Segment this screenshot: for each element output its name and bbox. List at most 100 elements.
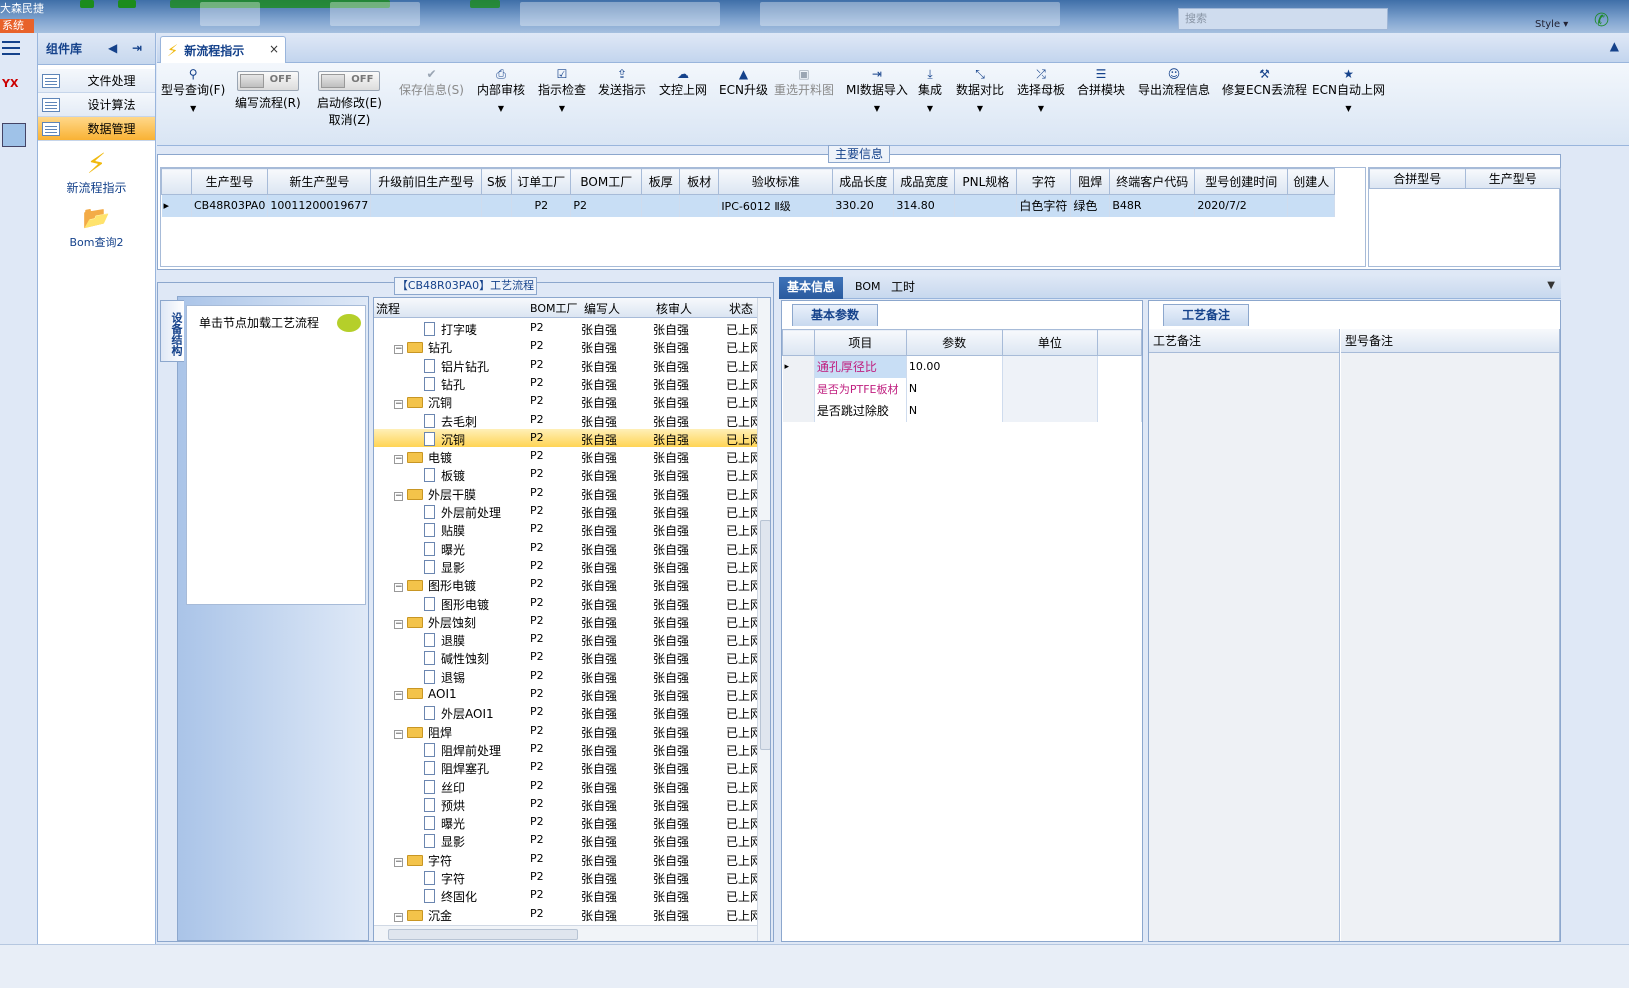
table-cell[interactable]: P2 (570, 194, 643, 217)
dropdown-arrow-icon[interactable]: ▼ (538, 104, 586, 113)
comp-item-data-management[interactable]: 数据管理 (38, 117, 155, 141)
write-flow-toggle[interactable]: OFF 编写流程(R) (235, 71, 301, 111)
param-value[interactable]: N (906, 377, 1003, 400)
calculator-icon[interactable] (2, 123, 26, 147)
column-header[interactable]: 状态 (729, 300, 753, 317)
table-row[interactable]: ▸ 通孔厚径比 10.00 (782, 355, 1142, 378)
column-header[interactable]: 流程 (376, 300, 400, 317)
dropdown-arrow-icon[interactable]: ▼ (956, 104, 1004, 113)
toggle-switch[interactable]: OFF (236, 71, 299, 91)
tree-row[interactable]: 终固化 P2 张自强 张自强 已上网 (374, 886, 762, 904)
table-row[interactable]: 是否跳过除胶 N (782, 399, 1142, 422)
collapse-icon[interactable]: − (394, 857, 403, 867)
sub-item-bom-query[interactable]: 📂 Bom查询2 (38, 204, 155, 250)
tree-row[interactable]: 退锡 P2 张自强 张自强 已上网 (374, 667, 762, 685)
collapse-left-icon[interactable]: ◀ (108, 41, 117, 55)
table-cell[interactable]: 10011200019677 (267, 194, 372, 217)
collapse-icon[interactable]: − (394, 729, 403, 739)
tree-row[interactable]: 显影 P2 张自强 张自强 已上网 (374, 831, 762, 849)
collapse-icon[interactable]: − (394, 691, 403, 700)
column-header[interactable]: 创建人 (1287, 168, 1336, 195)
pin-icon[interactable]: ⇥ (132, 41, 142, 55)
vertical-scrollbar[interactable] (757, 298, 770, 941)
collapse-icon[interactable]: − (394, 491, 403, 501)
column-header[interactable]: 单位 (1001, 329, 1099, 356)
column-header[interactable]: 编写人 (584, 300, 620, 317)
doc-control-online-button[interactable]: ☁ 文控上网 (659, 67, 707, 98)
tree-row[interactable]: 字符 P2 张自强 张自强 已上网 (374, 868, 762, 886)
tree-row[interactable]: 阻焊塞孔 P2 张自强 张自强 已上网 (374, 758, 762, 776)
table-cell[interactable]: 2020/7/2 (1194, 194, 1289, 217)
tree-row[interactable]: 外层AOI1 P2 张自强 张自强 已上网 (374, 703, 762, 721)
toggle-switch[interactable]: OFF (318, 71, 381, 91)
table-cell[interactable] (1287, 194, 1336, 217)
export-flow-info-button[interactable]: ☺ 导出流程信息 (1138, 67, 1210, 98)
param-value[interactable]: 10.00 (906, 355, 1003, 378)
column-header[interactable]: 板厚 (641, 168, 681, 195)
tree-row[interactable]: 外层前处理 P2 张自强 张自强 已上网 (374, 502, 762, 520)
column-header[interactable]: 验收标准 (718, 168, 834, 195)
sub-item-new-flow[interactable]: ⚡ 新流程指示 (38, 149, 155, 196)
tab-work-hours[interactable]: 工时 (883, 277, 923, 299)
vertical-tab-structure[interactable]: 设备结构 (160, 300, 184, 362)
collapse-icon[interactable]: − (394, 400, 403, 410)
dropdown-arrow-icon[interactable]: ▼ (918, 104, 942, 113)
collapse-icon[interactable]: − (394, 583, 403, 593)
tree-row[interactable]: − 阻焊 P2 张自强 张自强 已上网 (374, 722, 762, 740)
tree-row[interactable]: 曝光 P2 张自强 张自强 已上网 (374, 813, 762, 831)
table-cell[interactable]: CB48R03PA0 (191, 194, 269, 217)
tree-row[interactable]: − 电镀 P2 张自强 张自强 已上网 (374, 447, 762, 465)
column-header[interactable]: BOM工厂 (530, 300, 578, 316)
table-cell[interactable] (954, 194, 1018, 217)
table-cell[interactable]: 白色字符 (1016, 194, 1072, 217)
collapse-icon[interactable]: − (394, 912, 403, 922)
tree-row[interactable]: 曝光 P2 张自强 张自强 已上网 (374, 539, 762, 557)
column-header[interactable]: 生产型号 (1464, 168, 1561, 189)
horizontal-scrollbar[interactable] (374, 925, 757, 941)
tree-row[interactable]: 沉铜 P2 张自强 张自强 已上网 (374, 428, 762, 447)
hamburger-menu-icon[interactable] (2, 41, 20, 55)
system-label[interactable]: 系统 (0, 19, 34, 33)
tree-row[interactable]: 板镀 P2 张自强 张自强 已上网 (374, 465, 762, 483)
mi-data-import-button[interactable]: ⇥ MI数据导入 ▼ (846, 67, 908, 113)
param-value[interactable]: N (906, 399, 1003, 422)
structure-tree-box[interactable]: 单击节点加载工艺流程 (186, 305, 366, 605)
ecn-upgrade-button[interactable]: ▲ ECN升级 (719, 67, 768, 98)
column-header[interactable]: 升级前旧生产型号 (370, 168, 483, 195)
select-motherboard-button[interactable]: ⤮ 选择母板 ▼ (1017, 67, 1065, 113)
column-header[interactable]: 型号创建时间 (1194, 168, 1289, 195)
table-cell[interactable] (481, 194, 513, 217)
tree-row[interactable]: − AOI1 P2 张自强 张自强 已上网 (374, 685, 762, 703)
model-query-button[interactable]: ⚲ 型号查询(F) ▼ (161, 67, 225, 113)
column-header[interactable]: 核审人 (656, 300, 692, 317)
tree-row[interactable]: 碱性蚀刻 P2 张自强 张自强 已上网 (374, 648, 762, 666)
dropdown-arrow-icon[interactable]: ▼ (161, 104, 225, 113)
merge-module-button[interactable]: ☰ 合拼模块 (1077, 67, 1125, 98)
comp-item-design-algorithm[interactable]: 设计算法 (38, 93, 155, 117)
tree-row[interactable]: − 字符 P2 张自强 张自强 已上网 (374, 850, 762, 868)
table-cell[interactable] (679, 194, 720, 217)
table-cell[interactable]: IPC-6012 Ⅱ级 (718, 194, 834, 217)
table-cell[interactable] (641, 194, 681, 217)
top-search-input[interactable]: 搜索 (1178, 8, 1388, 30)
tree-row[interactable]: 铝片钻孔 P2 张自强 张自强 已上网 (374, 356, 762, 374)
collapse-icon[interactable]: − (394, 345, 403, 355)
table-row[interactable]: ▸ CB48R03PA0 10011200019677 P2 P2 IPC-60… (161, 194, 1336, 217)
column-header[interactable]: 阻焊 (1070, 168, 1111, 195)
column-header[interactable]: S板 (481, 168, 513, 195)
table-cell[interactable]: B48R (1109, 194, 1196, 217)
table-row[interactable]: 是否为PTFE板材 N (782, 377, 1142, 400)
tree-row[interactable]: − 沉铜 P2 张自强 张自强 已上网 (374, 392, 762, 410)
tree-row[interactable]: 退膜 P2 张自强 张自强 已上网 (374, 630, 762, 648)
phone-icon[interactable]: ✆ (1594, 10, 1609, 31)
tab-new-flow[interactable]: ⚡ 新流程指示 × (160, 36, 286, 64)
table-cell[interactable] (370, 194, 483, 217)
column-header[interactable]: 字符 (1016, 168, 1072, 195)
tree-row[interactable]: 阻焊前处理 P2 张自强 张自强 已上网 (374, 740, 762, 758)
tree-row[interactable]: − 钻孔 P2 张自强 张自强 已上网 (374, 337, 762, 355)
send-instruction-button[interactable]: ⇪ 发送指示 (598, 67, 646, 98)
start-modify-toggle[interactable]: OFF 启动修改(E) 取消(Z) (317, 71, 382, 128)
tree-row[interactable]: − 图形电镀 P2 张自强 张自强 已上网 (374, 575, 762, 593)
column-header[interactable]: 生产型号 (190, 168, 269, 195)
dropdown-arrow-icon[interactable]: ▼ (1017, 104, 1065, 113)
